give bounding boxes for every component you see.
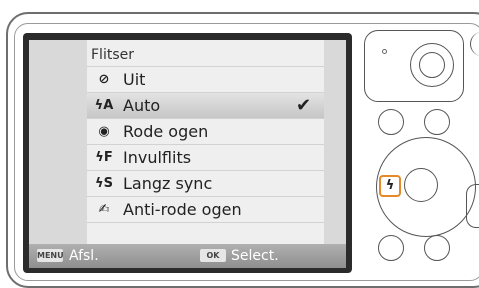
menu-item-spacer — [87, 222, 324, 244]
flash-menu: Flitser ⊘ Uit ϟA Auto ✔ ◉ Rode ogen ϟF I… — [87, 40, 324, 244]
menu-title: Flitser — [91, 47, 134, 63]
back-hint[interactable]: Afsl. — [69, 244, 99, 268]
menu-item-rode-ogen[interactable]: ◉ Rode ogen — [87, 118, 324, 144]
button-bottom-left[interactable] — [378, 235, 404, 261]
menu-key-icon: MENU — [37, 249, 64, 262]
lcd-screen: Flitser ⊘ Uit ϟA Auto ✔ ◉ Rode ogen ϟF I… — [29, 40, 346, 268]
select-hint[interactable]: Select. — [231, 244, 279, 268]
checkmark-icon: ✔ — [296, 95, 312, 116]
menu-item-uit[interactable]: ⊘ Uit — [87, 66, 324, 92]
button-top-right[interactable] — [424, 109, 450, 135]
status-led — [382, 49, 387, 54]
menu-item-anti-rode-ogen[interactable]: ✍ Anti-rode ogen — [87, 196, 324, 222]
menu-item-label: Rode ogen — [123, 122, 209, 141]
button-top-left[interactable] — [378, 109, 404, 135]
red-eye-fix-icon: ✍ — [98, 202, 110, 217]
ok-key-icon: OK — [200, 249, 226, 262]
menu-item-label: Auto — [123, 96, 161, 115]
side-slot — [466, 184, 479, 228]
shutter-button-inner — [419, 52, 445, 78]
dpad-ok-button[interactable] — [404, 168, 438, 202]
flash-auto-icon: ϟA — [94, 98, 114, 113]
fill-flash-icon: ϟF — [95, 150, 113, 165]
flash-key-icon[interactable]: ϟ — [379, 175, 401, 197]
bottom-hint-bar: MENU Afsl. OK Select. — [29, 244, 346, 268]
flash-off-icon: ⊘ — [98, 72, 110, 87]
menu-item-auto[interactable]: ϟA Auto ✔ — [87, 92, 324, 118]
menu-item-invulflits[interactable]: ϟF Invulflits — [87, 144, 324, 170]
menu-item-label: Invulflits — [123, 148, 192, 167]
red-eye-icon: ◉ — [98, 124, 110, 139]
menu-item-label: Langz sync — [123, 174, 213, 193]
menu-item-label: Anti-rode ogen — [123, 200, 242, 219]
slow-sync-icon: ϟS — [95, 176, 113, 191]
menu-item-label: Uit — [123, 70, 146, 89]
button-bottom-right[interactable] — [424, 235, 450, 261]
menu-item-langz-sync[interactable]: ϟS Langz sync — [87, 170, 324, 196]
